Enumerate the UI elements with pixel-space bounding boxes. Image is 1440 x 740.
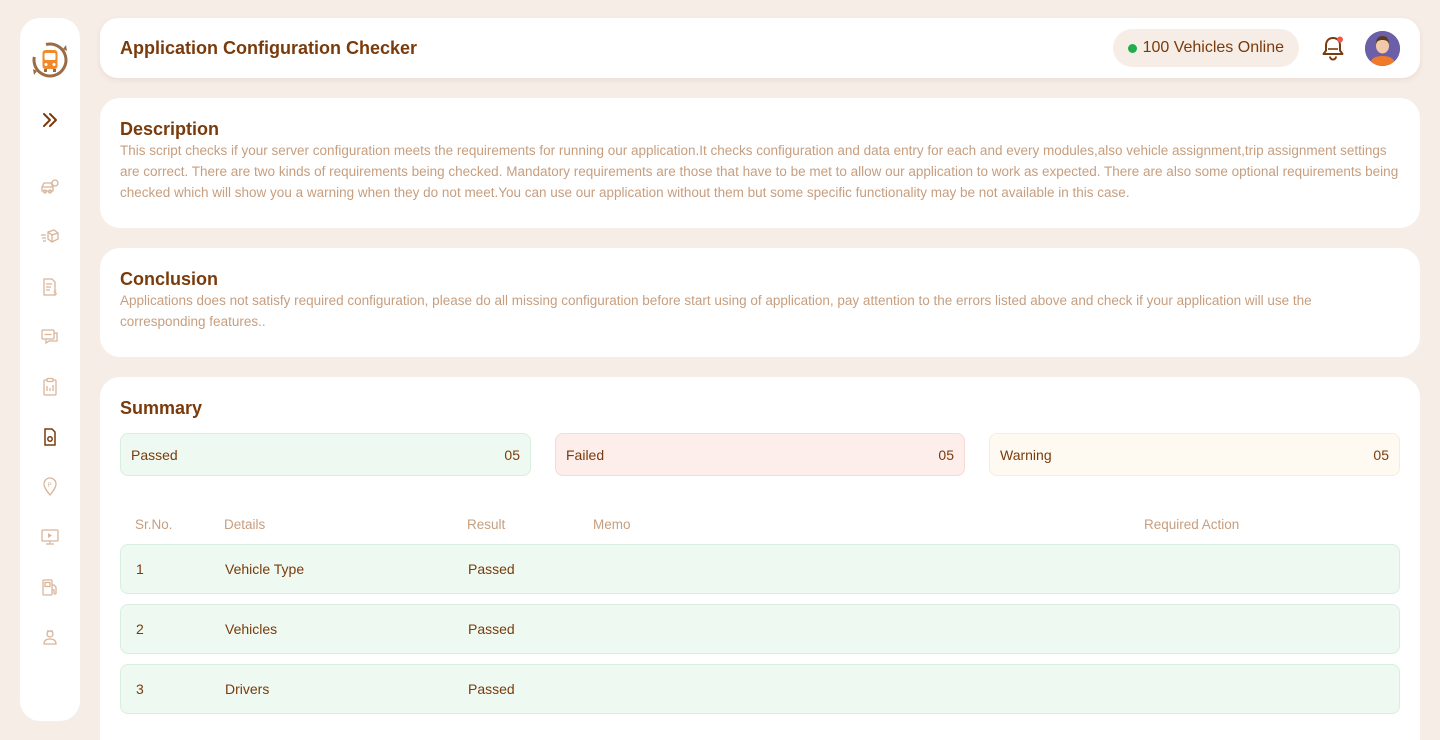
- row-sr: 1: [136, 561, 144, 577]
- row-sr: 2: [136, 621, 144, 637]
- row-details: Drivers: [225, 681, 270, 697]
- description-heading: Description: [120, 119, 220, 139]
- vehicles-online-label: 100 Vehicles Online: [1142, 39, 1284, 56]
- column-header-details: Details: [224, 517, 266, 532]
- top-header: Application Configuration Checker 100 Ve…: [100, 18, 1420, 78]
- bus-logo-icon[interactable]: [30, 40, 70, 80]
- online-status-dot: [1127, 43, 1137, 53]
- row-result: Passed: [468, 621, 515, 637]
- sidebar-item-messages[interactable]: [30, 312, 70, 362]
- conclusion-heading: Conclusion: [120, 269, 218, 289]
- sidebar-item-drivers[interactable]: [30, 612, 70, 662]
- vehicles-online-badge[interactable]: 100 Vehicles Online: [1112, 29, 1299, 67]
- sidebar: $ P: [20, 18, 80, 721]
- conclusion-card: Conclusion Applications does not satisfy…: [100, 248, 1420, 357]
- passed-stat[interactable]: Passed 05: [120, 433, 531, 476]
- row-result: Passed: [468, 681, 515, 697]
- row-sr: 3: [136, 681, 144, 697]
- table-header: Sr.No. Details Result Memo Required Acti…: [120, 517, 1400, 533]
- messages-icon: [41, 329, 58, 345]
- clipboard-icon: [43, 377, 57, 396]
- column-header-sr: Sr.No.: [135, 517, 173, 532]
- table-row[interactable]: 1 Vehicle Type Passed: [120, 544, 1400, 594]
- user-avatar[interactable]: [1365, 30, 1400, 66]
- summary-card: Summary Passed 05 Failed 05 Warning 05 S…: [100, 377, 1420, 740]
- description-text: This script checks if your server config…: [120, 143, 1399, 200]
- column-header-result: Result: [467, 517, 506, 532]
- video-monitor-icon: [41, 529, 59, 545]
- sidebar-item-billing[interactable]: $: [30, 262, 70, 312]
- driver-icon: [43, 630, 57, 645]
- sidebar-nav: $ P: [30, 162, 70, 662]
- warning-stat[interactable]: Warning 05: [989, 433, 1400, 476]
- sidebar-item-parking[interactable]: P: [30, 462, 70, 512]
- page-title: Application Configuration Checker: [120, 37, 418, 58]
- trip-dispatch-icon: [41, 229, 59, 243]
- sidebar-item-dispatch[interactable]: [30, 212, 70, 262]
- config-file-icon: [44, 428, 56, 446]
- passed-label: Passed: [131, 446, 178, 463]
- row-details: Vehicles: [225, 621, 278, 637]
- column-header-memo: Memo: [593, 517, 631, 532]
- warning-label: Warning: [1000, 446, 1052, 463]
- svg-text:P: P: [48, 481, 52, 489]
- row-details: Vehicle Type: [225, 561, 305, 577]
- sidebar-item-reports[interactable]: [30, 362, 70, 412]
- passed-count: 05: [504, 446, 520, 463]
- sidebar-item-vehicles[interactable]: [30, 162, 70, 212]
- row-result: Passed: [468, 561, 515, 577]
- expand-sidebar-icon[interactable]: [40, 110, 60, 130]
- notifications-button[interactable]: [1319, 34, 1347, 62]
- vehicle-settings-icon: [41, 179, 59, 194]
- failed-count: 05: [938, 446, 954, 463]
- fuel-station-icon: [42, 579, 57, 596]
- column-header-action: Required Action: [1144, 517, 1240, 532]
- failed-label: Failed: [566, 446, 605, 463]
- avatar-image: [1365, 30, 1400, 66]
- conclusion-text: Applications does not satisfy required c…: [120, 293, 1312, 329]
- summary-stats: Passed 05 Failed 05 Warning 05: [120, 433, 1400, 476]
- table-row[interactable]: 2 Vehicles Passed: [120, 604, 1400, 654]
- table-row[interactable]: 3 Drivers Passed: [120, 664, 1400, 714]
- sidebar-item-monitor[interactable]: [30, 512, 70, 562]
- parking-location-icon: P: [43, 477, 57, 497]
- billing-document-icon: $: [43, 278, 57, 297]
- results-table-body: 1 Vehicle Type Passed 2 Vehicles Passed …: [120, 544, 1400, 714]
- description-card: Description This script checks if your s…: [100, 98, 1420, 228]
- sidebar-item-configuration[interactable]: [30, 412, 70, 462]
- bell-icon: [1322, 36, 1344, 61]
- failed-stat[interactable]: Failed 05: [555, 433, 965, 476]
- warning-count: 05: [1373, 446, 1389, 463]
- svg-text:$: $: [53, 289, 57, 297]
- sidebar-item-fuel[interactable]: [30, 562, 70, 612]
- summary-heading: Summary: [120, 398, 203, 418]
